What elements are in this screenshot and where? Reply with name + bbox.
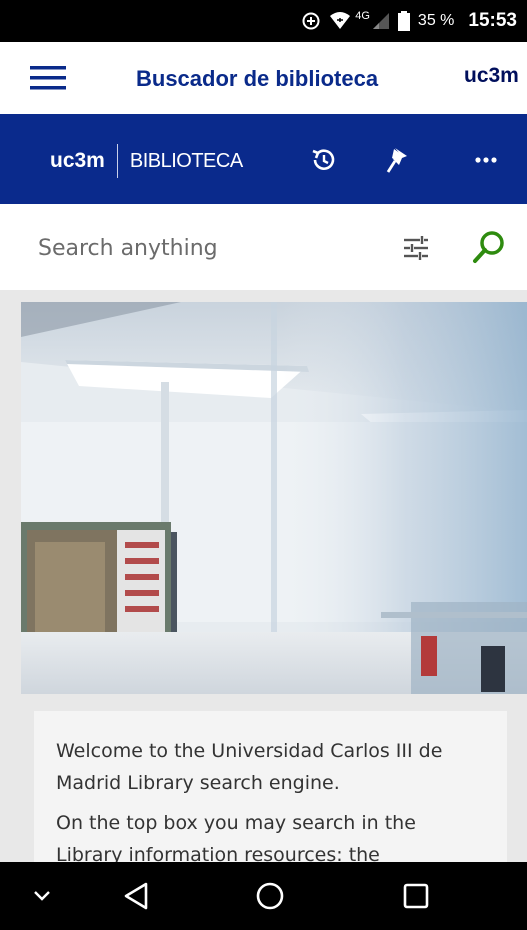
uc3m-logo: uc3m [464, 64, 519, 87]
welcome-card: Welcome to the Universidad Carlos III de… [34, 711, 507, 871]
filter-button[interactable] [400, 232, 432, 264]
wifi-icon [329, 11, 351, 31]
chevron-down-icon [34, 891, 50, 901]
search-input[interactable] [36, 226, 360, 270]
content-area: Welcome to the Universidad Carlos III de… [0, 290, 527, 871]
home-circle-icon [256, 882, 284, 910]
history-icon [312, 149, 335, 170]
library-hero-image [21, 302, 527, 694]
collapse-button[interactable] [22, 878, 62, 914]
back-button[interactable] [116, 878, 156, 914]
brand-uc3m: uc3m [50, 149, 105, 172]
clock: 15:53 [468, 10, 517, 31]
battery-percent: 35 % [417, 12, 455, 29]
library-header: uc3m BIBLIOTECA [0, 114, 527, 204]
hamburger-icon [30, 66, 66, 90]
status-bar: 4G 35 % 15:53 [0, 0, 527, 42]
recents-square-icon [403, 883, 429, 909]
more-options-button[interactable] [468, 142, 504, 178]
recents-button[interactable] [396, 878, 436, 914]
filter-icon [404, 236, 428, 260]
more-icon [475, 157, 497, 163]
signal-icon [372, 12, 390, 30]
search-icon [473, 231, 504, 263]
system-nav-bar [0, 862, 527, 930]
brand-divider [116, 144, 118, 178]
network-type-label: 4G [355, 10, 370, 22]
pin-icon [386, 148, 407, 173]
app-bar: Buscador de biblioteca uc3m [0, 42, 527, 114]
app-title: Buscador de biblioteca [136, 66, 379, 91]
battery-icon [397, 11, 410, 31]
data-saver-icon [301, 11, 321, 31]
library-interior-illustration [21, 302, 527, 694]
brand-name: BIBLIOTECA [129, 149, 243, 172]
welcome-text: Welcome to the Universidad Carlos III de… [56, 740, 443, 794]
pin-button[interactable] [380, 142, 416, 178]
menu-button[interactable] [30, 64, 66, 92]
search-bar [0, 204, 527, 290]
history-button[interactable] [306, 142, 342, 178]
search-button[interactable] [470, 228, 508, 266]
back-triangle-icon [124, 882, 148, 910]
library-brand[interactable]: uc3m BIBLIOTECA [50, 144, 243, 178]
home-button[interactable] [250, 878, 290, 914]
